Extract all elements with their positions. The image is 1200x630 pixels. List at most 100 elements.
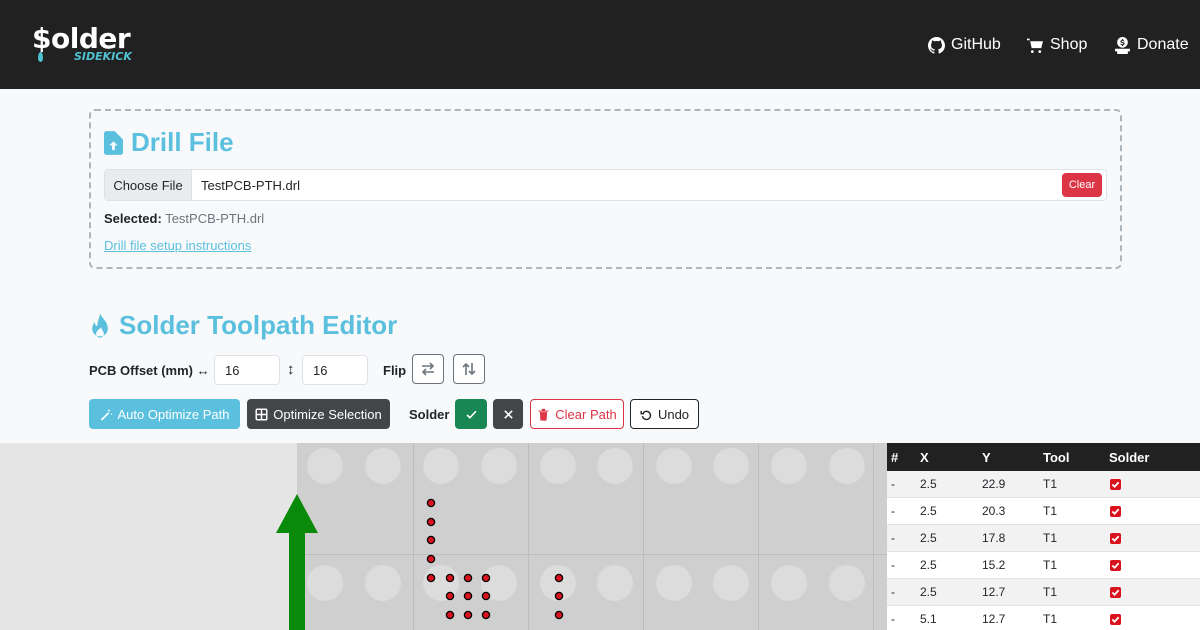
cell-index: - (891, 612, 895, 626)
solder-checkbox[interactable] (1110, 559, 1121, 571)
drill-pad[interactable] (426, 498, 436, 508)
table-body: - 2.5 22.9 T1 - 2.5 20.3 T1 - 2.5 17.8 T1 - 2.5 15.2 T1… (887, 471, 1200, 630)
selected-file-value: TestPCB-PTH.drl (165, 211, 265, 226)
drill-pad[interactable] (481, 610, 491, 620)
cell-y: 22.9 (982, 477, 1006, 491)
cell-y: 20.3 (982, 504, 1006, 518)
donate-icon (1115, 36, 1130, 54)
check-icon (1111, 481, 1120, 488)
fire-icon (92, 312, 108, 338)
github-icon (928, 36, 945, 54)
optimize-selection-button[interactable]: Optimize Selection (247, 399, 390, 429)
swap-vertical-icon (462, 362, 476, 376)
drill-pad[interactable] (463, 610, 473, 620)
logo[interactable]: $older SIDEKICK (32, 20, 132, 68)
cell-index: - (891, 504, 895, 518)
cell-index: - (891, 558, 895, 572)
drill-pad[interactable] (426, 573, 436, 583)
drill-setup-instructions-link[interactable]: Drill file setup instructions (104, 238, 251, 253)
solder-off-button[interactable] (493, 399, 523, 429)
solder-checkbox[interactable] (1110, 478, 1121, 490)
drill-pad[interactable] (445, 573, 455, 583)
file-name-display: TestPCB-PTH.drl (201, 177, 300, 193)
selected-file-line: Selected: TestPCB-PTH.drl (104, 211, 264, 226)
table-row[interactable]: - 2.5 12.7 T1 (887, 579, 1200, 606)
drill-pad[interactable] (554, 591, 564, 601)
nav-github-link[interactable]: GitHub (928, 33, 1001, 57)
selected-label: Selected: (104, 211, 162, 226)
solder-checkbox[interactable] (1110, 613, 1121, 625)
clear-path-button[interactable]: Clear Path (530, 399, 624, 429)
solder-checkbox[interactable] (1110, 532, 1121, 544)
logo-subtext: SIDEKICK (74, 50, 132, 63)
flip-vertical-button[interactable] (453, 354, 485, 384)
cell-index: - (891, 531, 895, 545)
solder-label: Solder (409, 407, 450, 422)
drill-pad[interactable] (481, 591, 491, 601)
horizontal-arrows-icon: ↔ (196, 363, 210, 378)
cell-solder (1105, 586, 1200, 598)
undo-button[interactable]: Undo (630, 399, 699, 429)
logo-drop-icon (38, 52, 43, 62)
toolpath-canvas[interactable] (0, 443, 887, 630)
flip-label: Flip (383, 363, 407, 378)
solder-on-button[interactable] (455, 399, 487, 429)
cell-solder (1105, 613, 1200, 625)
canvas-overlay (276, 494, 564, 630)
drill-pad[interactable] (554, 573, 564, 583)
cell-index: - (891, 585, 895, 599)
header-solder: Solder (1109, 449, 1150, 465)
nav-shop-link[interactable]: Shop (1027, 33, 1087, 57)
file-input-group: Choose File TestPCB-PTH.drl Clear (104, 169, 1107, 201)
origin-arrow-shaft (289, 531, 305, 630)
table-header: # X Y Tool Solder (887, 443, 1200, 471)
undo-label: Undo (657, 406, 690, 422)
nav-shop-label: Shop (1050, 36, 1088, 53)
offset-y-input[interactable]: 16 (302, 355, 368, 385)
cart-icon (1027, 38, 1043, 53)
cell-tool: T1 (1043, 504, 1058, 518)
drill-pad[interactable] (445, 610, 455, 620)
grid-icon (255, 407, 268, 421)
cell-solder (1105, 532, 1200, 544)
drill-pad[interactable] (481, 573, 491, 583)
clear-path-label: Clear Path (555, 406, 617, 422)
offset-x-input[interactable]: 16 (214, 355, 280, 385)
solder-checkbox[interactable] (1110, 505, 1121, 517)
auto-optimize-label: Auto Optimize Path (117, 406, 230, 422)
table-row[interactable]: - 2.5 17.8 T1 (887, 525, 1200, 552)
table-row[interactable]: - 2.5 22.9 T1 (887, 471, 1200, 498)
header-x: X (920, 449, 929, 465)
auto-optimize-path-button[interactable]: Auto Optimize Path (89, 399, 240, 429)
table-row[interactable]: - 5.1 12.7 T1 (887, 606, 1200, 630)
toolpath-editor-heading: Solder Toolpath Editor (89, 310, 397, 341)
drill-pad[interactable] (445, 591, 455, 601)
table-row[interactable]: - 2.5 15.2 T1 (887, 552, 1200, 579)
drill-pad[interactable] (426, 517, 436, 527)
cell-tool: T1 (1043, 558, 1058, 572)
clear-file-button[interactable]: Clear (1062, 173, 1102, 197)
cell-solder (1105, 478, 1200, 490)
cell-x: 2.5 (920, 531, 937, 545)
toolpath-editor-title: Solder Toolpath Editor (119, 310, 398, 340)
nav-donate-link[interactable]: Donate (1114, 33, 1189, 57)
header-y: Y (982, 449, 991, 465)
drill-pad[interactable] (426, 535, 436, 545)
cell-solder (1105, 559, 1200, 571)
cell-tool: T1 (1043, 612, 1058, 626)
flip-horizontal-button[interactable] (412, 354, 444, 384)
origin-arrow-head (276, 494, 318, 533)
table-row[interactable]: - 2.5 20.3 T1 (887, 498, 1200, 525)
solder-checkbox[interactable] (1110, 586, 1121, 598)
check-icon (1111, 508, 1120, 515)
drill-pad[interactable] (554, 610, 564, 620)
drill-pad[interactable] (463, 573, 473, 583)
nav-donate-label: Donate (1137, 36, 1189, 53)
drill-pad[interactable] (463, 591, 473, 601)
check-icon (465, 410, 477, 419)
nav-github-label: GitHub (951, 36, 1001, 53)
drill-pad[interactable] (426, 554, 436, 564)
cell-solder (1105, 505, 1200, 517)
choose-file-button[interactable]: Choose File (105, 170, 192, 200)
drill-file-heading: Drill File (104, 127, 234, 158)
